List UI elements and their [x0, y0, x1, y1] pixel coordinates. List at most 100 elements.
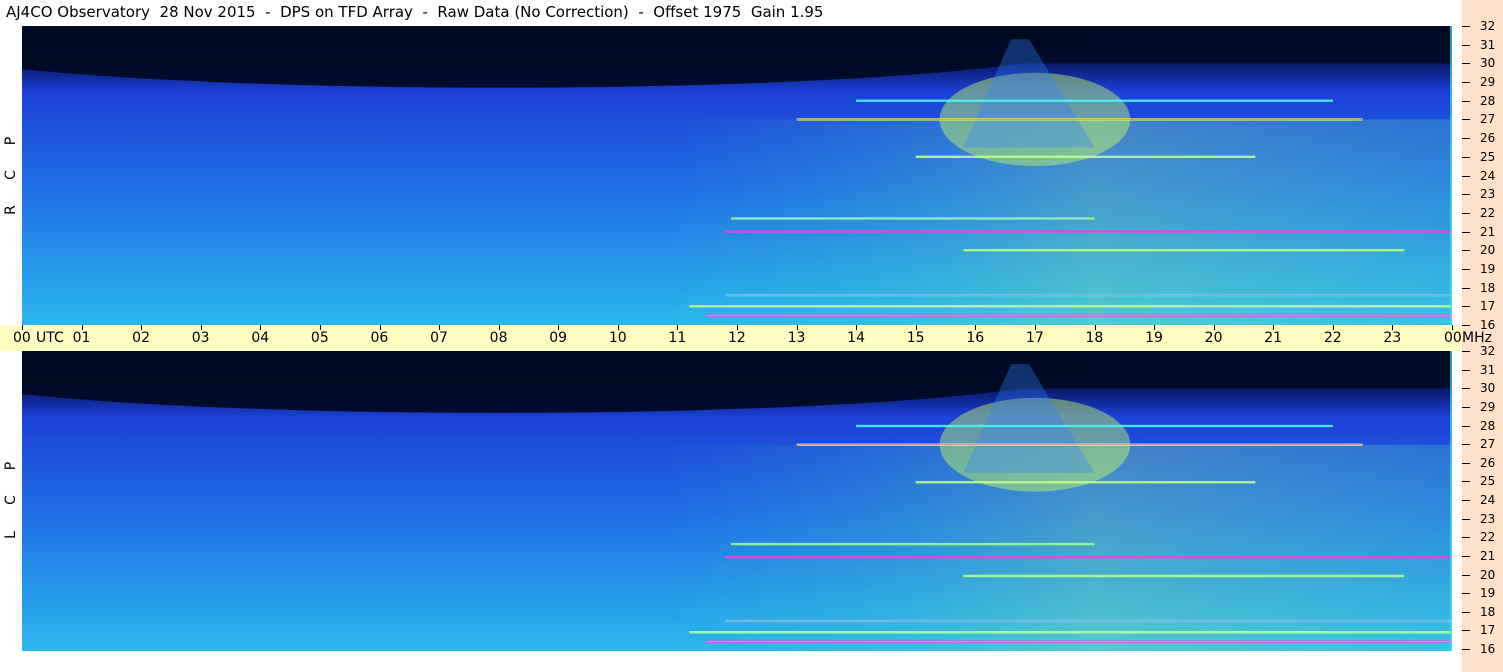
freq-tick	[1462, 231, 1470, 233]
freq-tick	[1462, 574, 1470, 576]
freq-tick-label: 19	[1480, 586, 1496, 601]
freq-tick-label: 17	[1480, 623, 1496, 638]
mhz-label: MHz	[1462, 330, 1492, 346]
rfi-line-core	[915, 481, 1256, 483]
freq-tick	[1462, 611, 1470, 613]
freq-tick	[1462, 425, 1470, 427]
time-axis: 00 01 02 03 04 05 06 07 08 09 10 11 12 13 14 15 16 17 18 19…	[0, 325, 1492, 351]
freq-tick-label: 27	[1480, 112, 1496, 127]
freq-tick	[1462, 175, 1470, 177]
rfi-line-core	[725, 556, 1452, 558]
rfi-line-core	[689, 631, 1452, 633]
freq-tick-label: 17	[1480, 299, 1496, 314]
time-tick-label: 21	[1264, 330, 1283, 346]
freq-tick	[1462, 649, 1470, 650]
freq-tick-label: 26	[1480, 455, 1496, 470]
freq-tick-label: 25	[1480, 474, 1496, 489]
freq-tick-label: 24	[1480, 493, 1496, 507]
freq-tick	[1462, 287, 1470, 289]
freq-tick-label: 32	[1480, 19, 1496, 33]
time-tick-label: 10	[608, 330, 627, 346]
freq-tick-label: 21	[1480, 224, 1496, 239]
rfi-line-core	[915, 156, 1256, 158]
freq-tick-label: 29	[1480, 399, 1496, 414]
pol-letter: R	[3, 205, 19, 215]
rcp-spectrogram-svg	[22, 26, 1452, 325]
freq-tick-label: 25	[1480, 149, 1496, 164]
freq-tick-label: 21	[1480, 548, 1496, 563]
freq-tick	[1462, 630, 1470, 632]
freq-tick-label: 22	[1480, 530, 1496, 545]
freq-tick-label: 20	[1480, 567, 1496, 582]
time-tick-label: 16	[966, 330, 985, 346]
lcp-spectrogram-svg	[22, 351, 1452, 651]
chart-title: AJ4CO Observatory 28 Nov 2015 - DPS on T…	[6, 3, 824, 21]
title-bar: AJ4CO Observatory 28 Nov 2015 - DPS on T…	[0, 0, 1462, 26]
freq-tick-label: 27	[1480, 437, 1496, 452]
rfi-line-core	[963, 575, 1405, 577]
freq-tick	[1462, 388, 1470, 390]
time-tick-label: 05	[310, 330, 329, 346]
rfi-line-core	[796, 118, 1363, 120]
freq-tick-label: 18	[1480, 280, 1496, 295]
time-tick-label: 03	[191, 330, 210, 346]
time-tick-label: 17	[1025, 330, 1044, 346]
time-tick-label: 13	[787, 330, 806, 346]
freq-tick	[1462, 518, 1470, 520]
freq-tick	[1462, 63, 1470, 65]
freq-tick-label: 19	[1480, 261, 1496, 276]
freq-tick	[1462, 500, 1470, 501]
freq-tick	[1462, 82, 1470, 84]
freq-tick-label: 23	[1480, 187, 1496, 202]
time-tick-label: 20	[1204, 330, 1223, 346]
dark-band-top	[22, 351, 1452, 389]
freq-tick-label: 18	[1480, 604, 1496, 619]
freq-tick	[1462, 593, 1470, 595]
freq-tick-label: 16	[1480, 318, 1496, 332]
panel-edge	[1450, 351, 1452, 651]
pol-letter: C	[3, 495, 19, 505]
rfi-line-core	[856, 100, 1333, 102]
freq-tick	[1462, 138, 1470, 140]
time-tick-label: 01	[72, 330, 91, 346]
freq-tick	[1462, 462, 1470, 464]
rfi-line-core	[707, 641, 1452, 643]
freq-tick-label: 29	[1480, 75, 1496, 90]
freq-tick-label: 30	[1480, 56, 1496, 71]
rfi-line-core	[856, 425, 1333, 427]
freq-tick	[1462, 481, 1470, 483]
rfi-line-core	[725, 620, 1452, 622]
freq-tick-label: 16	[1480, 642, 1496, 656]
freq-tick-label: 28	[1480, 93, 1496, 108]
time-tick-label: 18	[1085, 330, 1104, 346]
freq-tick	[1462, 351, 1470, 352]
freq-tick-label: 32	[1480, 344, 1496, 358]
freq-tick	[1462, 444, 1470, 446]
rfi-line-core	[963, 249, 1405, 251]
rcp-spectrogram	[22, 26, 1452, 325]
pol-letter: L	[3, 531, 19, 539]
time-tick-label: 04	[251, 330, 270, 346]
freq-tick-label: 26	[1480, 131, 1496, 146]
time-tick-label: 23	[1383, 330, 1402, 346]
time-tick-label: 06	[370, 330, 389, 346]
rfi-line-core	[707, 315, 1452, 317]
time-tick-label: 09	[549, 330, 568, 346]
freq-tick-label: 23	[1480, 511, 1496, 526]
freq-tick	[1462, 119, 1470, 121]
time-tick-label: 15	[906, 330, 925, 346]
time-tick-label: 02	[132, 330, 150, 346]
pol-letter: P	[3, 461, 19, 471]
freq-tick	[1462, 250, 1470, 252]
freq-tick	[1462, 212, 1470, 214]
freq-tick-label: 20	[1480, 243, 1496, 258]
time-tick-label: 00	[13, 330, 31, 346]
freq-tick-label: 24	[1480, 168, 1496, 183]
dark-band-top	[22, 26, 1452, 64]
freq-tick-label: 22	[1480, 205, 1496, 220]
time-tick-label: 07	[430, 330, 448, 346]
freq-tick-label: 28	[1480, 418, 1496, 433]
freq-tick-label: 30	[1480, 381, 1496, 396]
rcp-label: P C R	[0, 26, 22, 325]
freq-tick	[1462, 537, 1470, 539]
